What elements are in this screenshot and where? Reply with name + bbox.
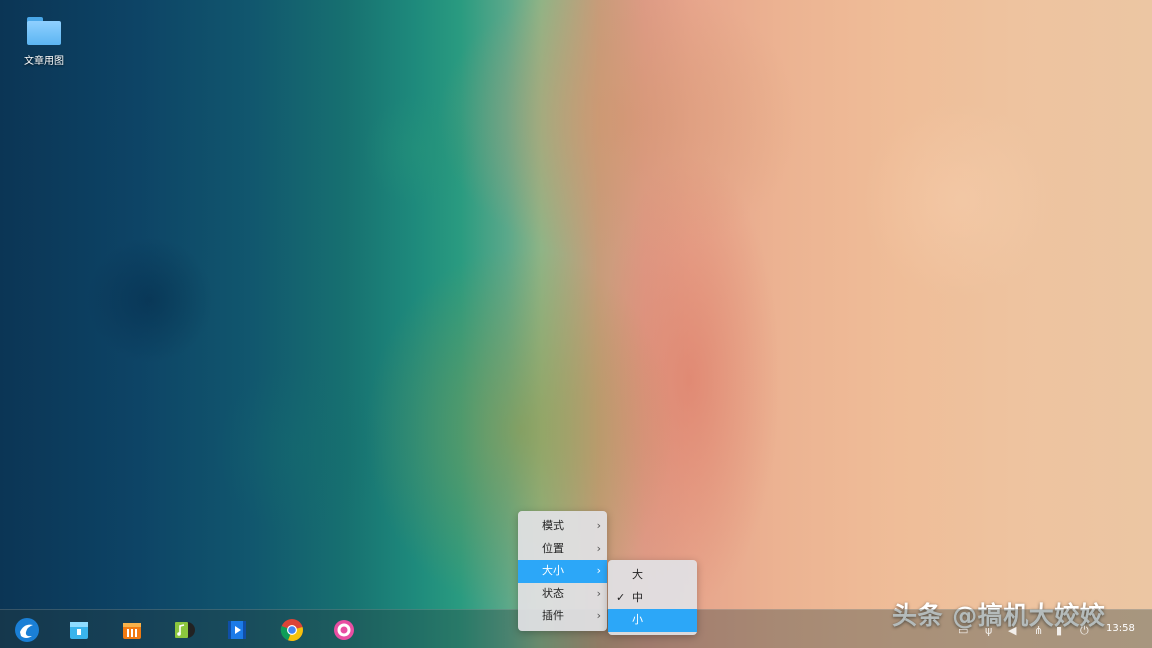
size-option-small[interactable]: 小 <box>608 609 697 632</box>
clipboard-icon[interactable]: ▭ <box>958 624 968 638</box>
chrome-icon[interactable] <box>278 616 306 644</box>
music-icon[interactable] <box>170 616 198 644</box>
desktop-folder[interactable]: 文章用图 <box>16 14 72 67</box>
checkmark-icon: ✓ <box>616 590 626 604</box>
size-submenu: 大 ✓ 中 小 <box>608 560 697 635</box>
desktop: 文章用图 头条 @搞机大姣姣 ▭ ψ ◀ ⋔ ▮ ⏻ 13:58 模式 › 位置… <box>0 0 1152 648</box>
clock[interactable]: 13:58 <box>1106 623 1135 634</box>
usb-icon[interactable]: ψ <box>985 624 992 638</box>
dock-context-menu: 模式 › 位置 › 大小 › 状态 › 插件 › <box>518 511 607 631</box>
file-manager-icon[interactable] <box>65 616 93 644</box>
folder-icon <box>25 14 63 48</box>
chevron-right-icon: › <box>596 586 601 600</box>
power-icon[interactable]: ⏻ <box>1080 624 1089 638</box>
menu-item-status[interactable]: 状态 › <box>518 583 607 606</box>
size-option-large[interactable]: 大 <box>608 564 697 587</box>
network-icon[interactable]: ⋔ <box>1034 624 1043 638</box>
settings-gear-icon[interactable] <box>330 616 358 644</box>
volume-icon[interactable]: ◀ <box>1008 624 1016 638</box>
battery-icon[interactable]: ▮ <box>1056 624 1062 638</box>
menu-item-size[interactable]: 大小 › <box>518 560 607 583</box>
chevron-right-icon: › <box>596 609 601 622</box>
menu-item-label: 状态 <box>542 586 564 600</box>
chevron-right-icon: › <box>596 541 601 555</box>
menu-item-mode[interactable]: 模式 › <box>518 515 607 538</box>
menu-item-position[interactable]: 位置 › <box>518 538 607 561</box>
video-player-icon[interactable] <box>223 616 251 644</box>
menu-item-label: 位置 <box>542 541 564 555</box>
size-option-medium[interactable]: ✓ 中 <box>608 587 697 610</box>
menu-item-plugins[interactable]: 插件 › <box>518 605 607 628</box>
menu-item-label: 插件 <box>542 609 564 622</box>
deepin-launcher-icon[interactable] <box>13 616 41 644</box>
chevron-right-icon: › <box>596 519 601 532</box>
size-option-label: 中 <box>632 590 643 604</box>
chevron-right-icon: › <box>596 564 601 577</box>
size-option-label: 小 <box>632 613 643 626</box>
menu-item-label: 大小 <box>542 564 564 577</box>
size-option-label: 大 <box>632 568 643 581</box>
menu-item-label: 模式 <box>542 519 564 532</box>
desktop-folder-label: 文章用图 <box>24 56 64 67</box>
app-store-icon[interactable] <box>118 616 146 644</box>
